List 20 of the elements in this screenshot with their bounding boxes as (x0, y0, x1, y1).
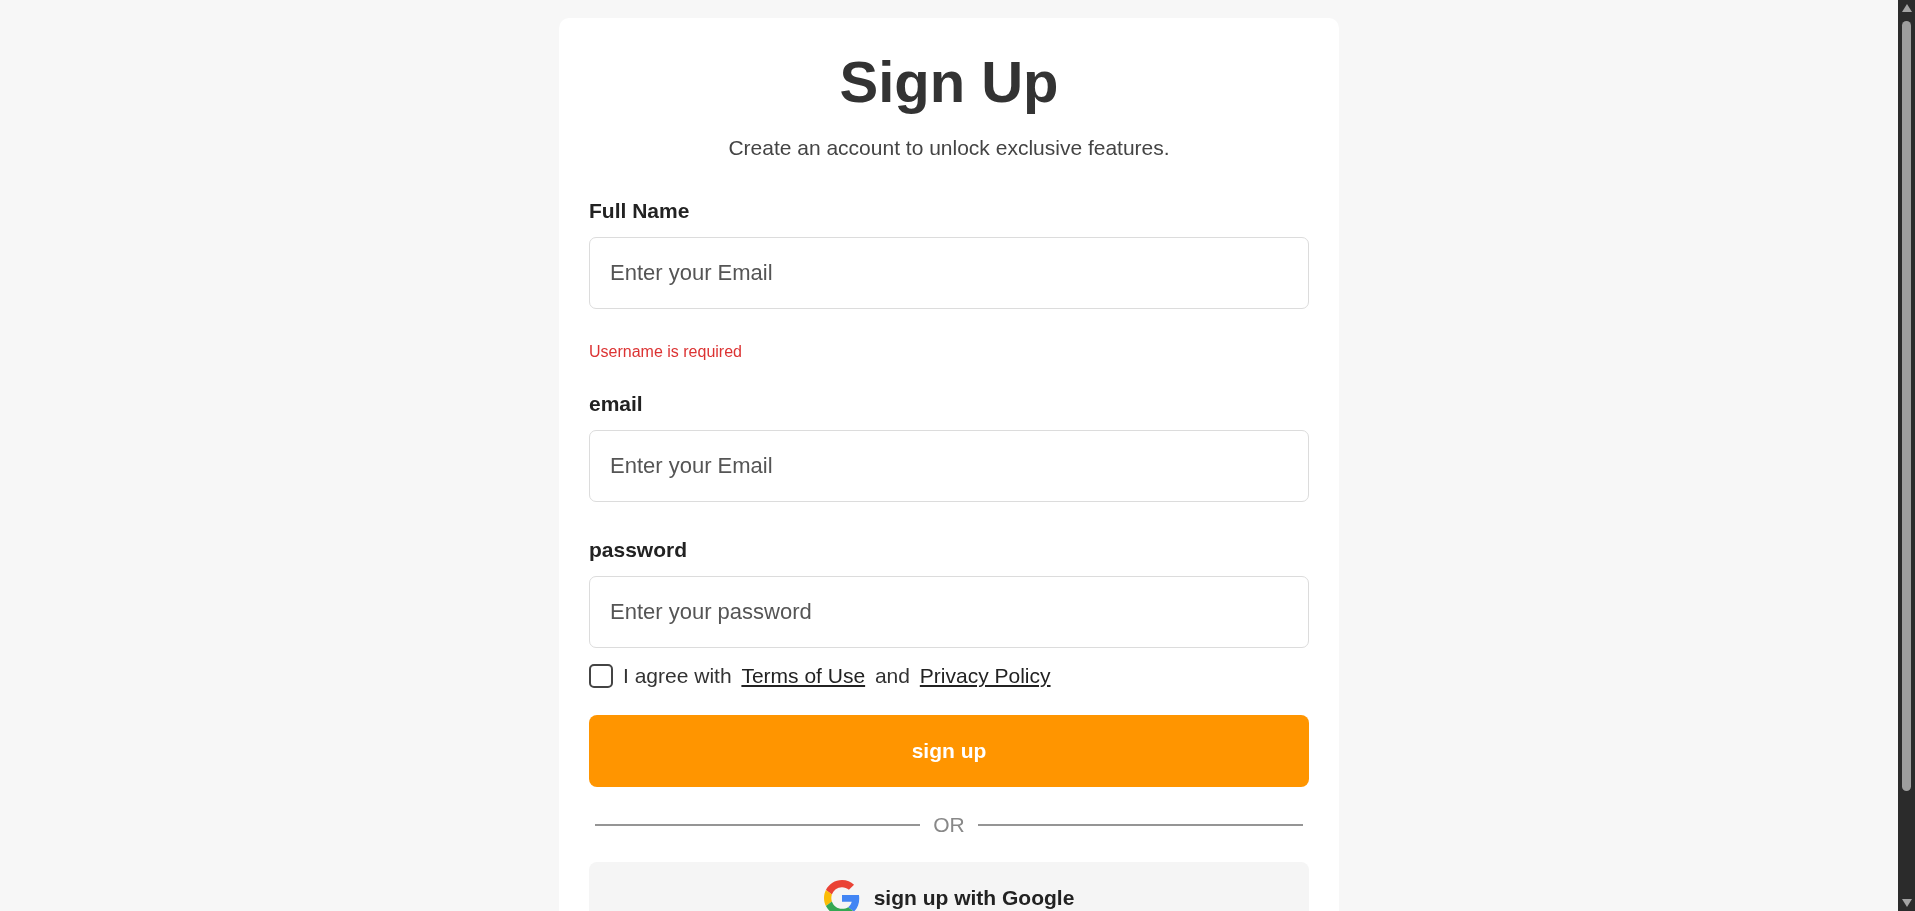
error-message: Username is required (589, 342, 742, 362)
scroll-up-icon[interactable] (1901, 4, 1912, 12)
agree-checkbox[interactable] (589, 664, 613, 688)
page-title: Sign Up (839, 50, 1059, 114)
google-logo-icon (823, 880, 860, 911)
field-label: Full Name (589, 198, 690, 224)
scrollbar-thumb[interactable] (1902, 21, 1911, 791)
scroll-down-icon[interactable] (1901, 899, 1912, 907)
google-sign-up-button[interactable]: sign up with Google (589, 862, 1309, 911)
page-subtitle: Create an account to unlock exclusive features. (728, 135, 1170, 161)
scrollbar-track[interactable] (1898, 0, 1915, 911)
privacy-link[interactable]: Privacy Policy (919, 664, 1051, 687)
input-field[interactable]: Enter your Email (589, 430, 1309, 502)
input-field[interactable]: Enter your password (589, 576, 1309, 648)
field-label: password (589, 537, 688, 563)
terms-link[interactable]: Terms of Use (741, 664, 866, 687)
divider-text: OR (933, 813, 965, 837)
agreement-text: I agree with Terms of Use and Privacy Policy (623, 663, 1052, 689)
field-label: email (589, 391, 643, 417)
input-field[interactable]: Enter your Email (589, 237, 1309, 309)
